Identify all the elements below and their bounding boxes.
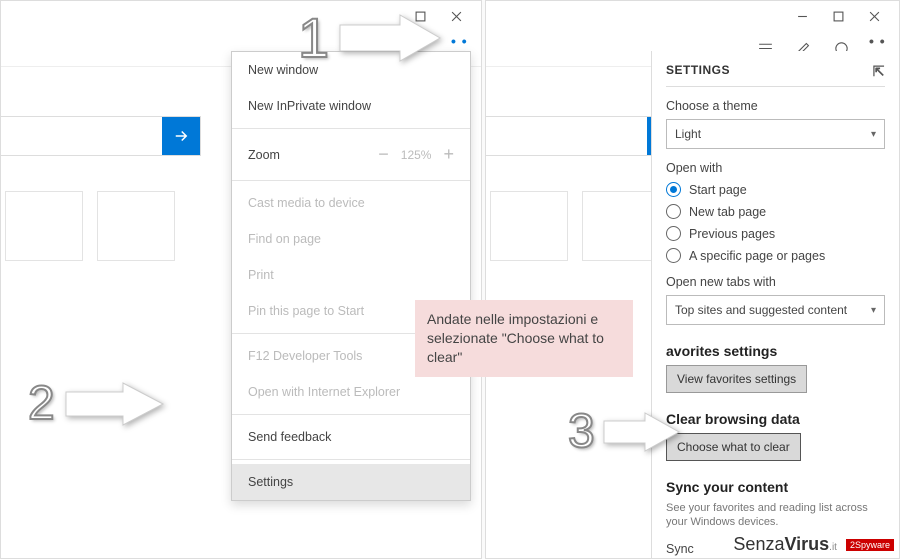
maximize-button[interactable] xyxy=(823,1,853,31)
menu-separator xyxy=(232,414,470,415)
step-number: 3 xyxy=(568,408,595,456)
go-button[interactable] xyxy=(162,117,200,155)
settings-title: SETTINGS ⇱ xyxy=(666,63,885,80)
open-new-tabs-label: Open new tabs with xyxy=(666,275,885,289)
radio-start-page[interactable]: Start page xyxy=(666,182,885,197)
sync-subtext: See your favorites and reading list acro… xyxy=(666,501,885,530)
view-favorites-button[interactable]: View favorites settings xyxy=(666,365,807,393)
menu-print[interactable]: Print xyxy=(232,257,470,293)
edge-window-right: • • • SETTINGS ⇱ Choose a theme Light▾ O… xyxy=(485,0,900,559)
zoom-value: 125% xyxy=(401,148,432,162)
arrow-icon xyxy=(601,411,683,453)
menu-find[interactable]: Find on page xyxy=(232,221,470,257)
menu-feedback[interactable]: Send feedback xyxy=(232,419,470,455)
zoom-in-icon[interactable]: + xyxy=(443,144,454,165)
settings-pane: SETTINGS ⇱ Choose a theme Light▾ Open wi… xyxy=(651,51,899,558)
edge-window-left: • • • New window New InPrivate window Zo… xyxy=(0,0,482,559)
step-3: 3 xyxy=(568,408,683,456)
menu-cast[interactable]: Cast media to device xyxy=(232,185,470,221)
speed-dial-cards xyxy=(486,191,660,261)
card-placeholder xyxy=(490,191,568,261)
card-placeholder xyxy=(5,191,83,261)
radio-specific[interactable]: A specific page or pages xyxy=(666,248,885,263)
chevron-down-icon: ▾ xyxy=(871,129,876,140)
radio-new-tab[interactable]: New tab page xyxy=(666,204,885,219)
menu-separator xyxy=(232,128,470,129)
arrow-icon xyxy=(61,381,171,427)
theme-select[interactable]: Light▾ xyxy=(666,119,885,149)
card-placeholder xyxy=(97,191,175,261)
close-button[interactable] xyxy=(441,1,471,31)
watermark: SenzaVirus.it 2Spyware xyxy=(733,534,894,555)
speed-dial-cards xyxy=(1,191,175,261)
watermark-badge: 2Spyware xyxy=(846,539,894,551)
choose-what-to-clear-button[interactable]: Choose what to clear xyxy=(666,433,801,461)
zoom-out-icon[interactable]: − xyxy=(378,144,389,165)
arrow-icon xyxy=(335,13,445,63)
chevron-down-icon: ▾ xyxy=(871,305,876,316)
pin-icon[interactable]: ⇱ xyxy=(873,63,885,80)
window-controls xyxy=(486,1,899,31)
choose-theme-label: Choose a theme xyxy=(666,99,885,113)
menu-new-inprivate[interactable]: New InPrivate window xyxy=(232,88,470,124)
favorites-heading: avorites settings xyxy=(666,343,885,359)
more-menu: New window New InPrivate window Zoom − 1… xyxy=(231,51,471,501)
sync-heading: Sync your content xyxy=(666,479,885,495)
minimize-button[interactable] xyxy=(787,1,817,31)
clear-browsing-heading: Clear browsing data xyxy=(666,411,885,427)
menu-open-ie[interactable]: Open with Internet Explorer xyxy=(232,374,470,410)
step-1: 1 xyxy=(298,10,445,66)
separator xyxy=(666,86,885,87)
menu-zoom: Zoom − 125% + xyxy=(232,133,470,176)
step-2: 2 xyxy=(28,380,171,428)
step-number: 2 xyxy=(28,380,55,428)
address-bar-fragment xyxy=(1,116,201,156)
new-tabs-select[interactable]: Top sites and suggested content▾ xyxy=(666,295,885,325)
radio-previous[interactable]: Previous pages xyxy=(666,226,885,241)
open-with-label: Open with xyxy=(666,161,885,175)
close-button[interactable] xyxy=(859,1,889,31)
card-placeholder xyxy=(582,191,660,261)
instruction-callout: Andate nelle impostazioni e selezionate … xyxy=(415,300,633,377)
step-number: 1 xyxy=(298,10,329,66)
menu-settings[interactable]: Settings xyxy=(232,464,470,500)
menu-separator xyxy=(232,180,470,181)
menu-separator xyxy=(232,459,470,460)
